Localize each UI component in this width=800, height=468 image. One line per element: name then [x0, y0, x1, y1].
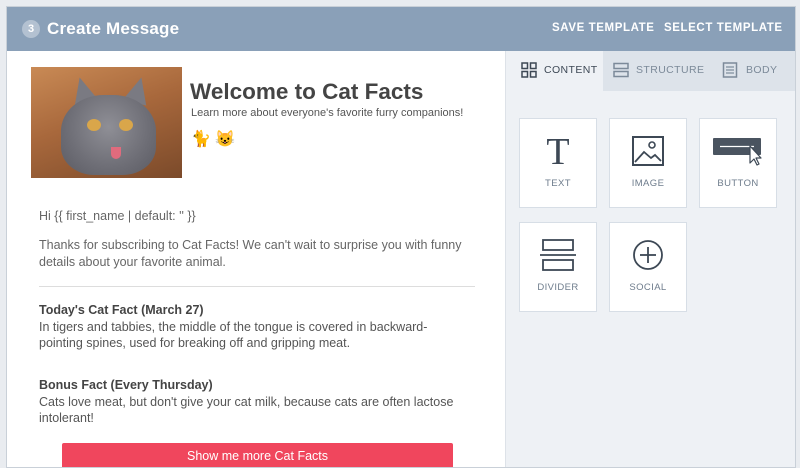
email-subheading[interactable]: Learn more about everyone's favorite fur… — [191, 107, 463, 119]
fact-text[interactable]: In tigers and tabbies, the middle of the… — [39, 319, 469, 351]
cat-eye — [87, 119, 101, 131]
create-message-window: 3 Create Message SAVE TEMPLATE SELECT TE… — [6, 6, 796, 468]
content-blocks: T TEXT IMAGE BUTTON DIVIDER SOCIAL — [506, 91, 795, 467]
tab-label: STRUCTURE — [636, 64, 705, 76]
svg-text:T: T — [546, 133, 569, 169]
social-block[interactable]: SOCIAL — [609, 222, 687, 312]
button-icon — [713, 138, 762, 166]
body-icon — [722, 62, 738, 78]
grid-icon — [521, 62, 537, 78]
block-label: SOCIAL — [629, 282, 667, 293]
social-icon — [633, 240, 663, 270]
content-panel: CONTENT STRUCTURE BODY T TEXT IMAGE BUTT… — [506, 51, 795, 467]
divider-line[interactable] — [39, 286, 475, 287]
tab-structure[interactable]: STRUCTURE — [603, 51, 704, 91]
emoji-line[interactable]: 🐈 😺 — [191, 129, 235, 149]
divider-block[interactable]: DIVIDER — [519, 222, 597, 312]
button-block[interactable]: BUTTON — [699, 118, 777, 208]
cat-tongue — [111, 147, 121, 159]
tab-label: BODY — [746, 64, 778, 76]
email-heading[interactable]: Welcome to Cat Facts — [190, 79, 423, 105]
divider-icon — [540, 239, 576, 271]
step-badge: 3 — [22, 20, 40, 38]
block-label: BUTTON — [717, 178, 759, 189]
structure-icon — [613, 62, 629, 78]
text-block[interactable]: T TEXT — [519, 118, 597, 208]
text-icon: T — [546, 133, 569, 169]
block-label: IMAGE — [631, 178, 665, 189]
block-label: DIVIDER — [537, 282, 579, 293]
fact-title[interactable]: Today's Cat Fact (March 27) — [39, 303, 204, 317]
cat-head — [61, 95, 156, 175]
cat-eye — [119, 119, 133, 131]
fact-title[interactable]: Bonus Fact (Every Thursday) — [39, 378, 213, 392]
email-preview: Welcome to Cat Facts Learn more about ev… — [7, 51, 506, 467]
cat-image[interactable] — [31, 67, 182, 178]
panel-tabs: CONTENT STRUCTURE BODY — [506, 51, 795, 91]
image-icon — [632, 136, 664, 166]
header-bar: 3 Create Message SAVE TEMPLATE SELECT TE… — [7, 7, 795, 51]
tab-content[interactable]: CONTENT — [506, 51, 603, 91]
block-label: TEXT — [545, 178, 571, 189]
image-block[interactable]: IMAGE — [609, 118, 687, 208]
tab-body[interactable]: BODY — [700, 51, 795, 91]
intro-text[interactable]: Thanks for subscribing to Cat Facts! We … — [39, 237, 469, 271]
save-template-button[interactable]: SAVE TEMPLATE — [552, 22, 655, 34]
tab-label: CONTENT — [544, 64, 598, 76]
cta-button[interactable]: Show me more Cat Facts — [62, 443, 453, 467]
select-template-button[interactable]: SELECT TEMPLATE — [664, 22, 783, 34]
fact-text[interactable]: Cats love meat, but don't give your cat … — [39, 394, 469, 426]
greeting-text[interactable]: Hi {{ first_name | default: '' }} — [39, 209, 196, 223]
page-title: Create Message — [47, 19, 180, 38]
